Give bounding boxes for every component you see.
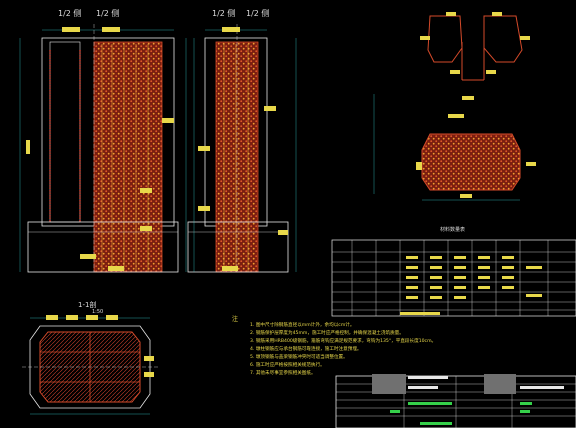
elevation-right bbox=[187, 24, 297, 273]
notes-item: 2. 钢筋保护层厚度为45mm，施工时应严格控制，并确保混凝土浇筑质量。 bbox=[250, 331, 404, 336]
view-label-right-b: 1/2 侧 bbox=[246, 9, 270, 18]
title-block bbox=[335, 374, 576, 428]
section-scale: 1:50 bbox=[92, 309, 104, 315]
notes-item: 5. 墩顶钢筋与盖梁钢筋冲突时可适当调整位置。 bbox=[250, 355, 348, 360]
notes-item: 3. 钢筋采用HRB400级钢筋，箍筋弯钩应满足规范要求，弯钩为135°，平直段… bbox=[250, 339, 437, 344]
view-label-left-b: 1/2 侧 bbox=[96, 9, 120, 18]
section-1-1 bbox=[22, 315, 158, 415]
table-title: 材料数量表 bbox=[440, 227, 466, 233]
material-table bbox=[331, 239, 576, 317]
stirrup-detail bbox=[420, 12, 530, 118]
notes-item: 1. 图中尺寸除钢筋直径以mm计外，余均以cm计。 bbox=[250, 323, 355, 328]
view-label-left-a: 1/2 侧 bbox=[58, 9, 82, 18]
notes-item: 4. 墩柱钢筋应与承台钢筋可靠连接，施工时注意预埋。 bbox=[250, 347, 362, 352]
notes-item: 6. 施工时应严格按照相关规范执行。 bbox=[250, 363, 325, 368]
view-label-right-a: 1/2 侧 bbox=[212, 9, 236, 18]
notes-item: 7. 其他未尽事宜参照相关图纸。 bbox=[250, 371, 316, 376]
notes-heading: 注 bbox=[232, 316, 239, 323]
pier-cross-section bbox=[373, 94, 536, 201]
elevation-left bbox=[19, 24, 187, 273]
